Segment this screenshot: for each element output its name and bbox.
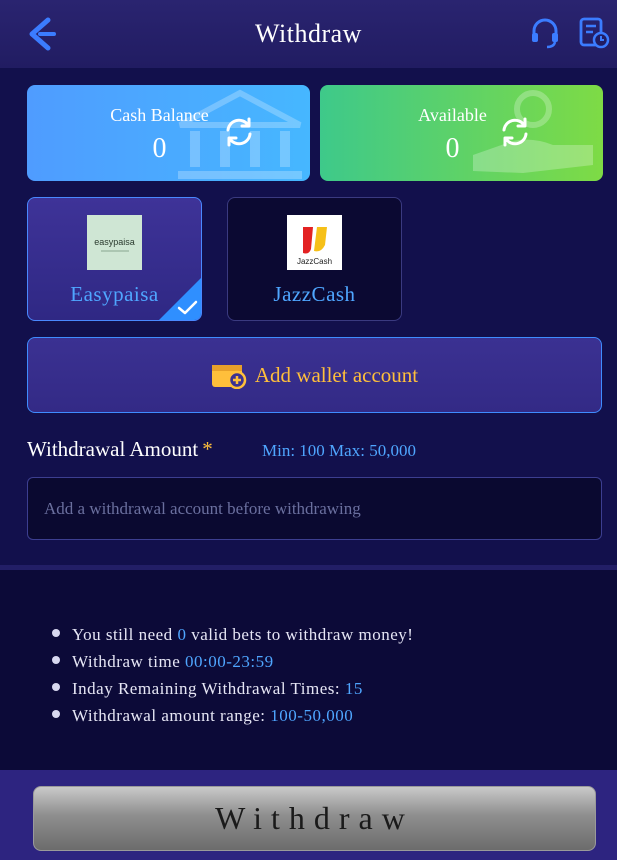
svg-text:easypaisa: easypaisa [94,237,135,247]
rule-item: Withdraw time 00:00-23:59 [52,652,413,679]
withdrawal-amount-input[interactable] [27,477,602,540]
rule-text: Withdraw time [72,652,186,671]
bullet-dot [52,656,60,664]
rules-list: You still need 0 valid bets to withdraw … [52,625,413,733]
rule-text: Withdrawal amount range: [72,706,271,725]
withdraw-page: Withdraw Cash Balance 0 Available 0 easy… [0,0,617,860]
rule-highlight: 100-50,000 [270,706,354,725]
record-list-icon[interactable] [578,16,610,50]
bullet-dot [52,710,60,718]
rule-highlight: 15 [344,679,363,698]
footer-bar: Withdraw [0,770,617,860]
rule-item: Withdrawal amount range: 100-50,000 [52,706,413,733]
rule-text: Inday Remaining Withdrawal Times: [72,679,345,698]
method-jazzcash[interactable]: JazzCash JazzCash [227,197,402,321]
withdrawal-amount-label: Withdrawal Amount * [27,437,213,462]
cash-balance-card: Cash Balance 0 [27,85,310,181]
refresh-icon[interactable] [222,115,256,149]
withdraw-rules: You still need 0 valid bets to withdraw … [0,570,617,770]
available-label: Available [418,105,487,125]
bullet-dot [52,629,60,637]
available-value: 0 [445,133,460,164]
header-bar: Withdraw [0,0,617,68]
checkmark-icon [159,278,201,320]
jazzcash-logo: JazzCash [287,215,342,270]
amount-range-hint: Min: 100 Max: 50,000 [262,441,416,460]
svg-text:JazzCash: JazzCash [297,257,332,266]
headset-icon[interactable] [528,16,562,50]
withdrawal-amount-text: Withdrawal Amount [27,437,199,461]
withdraw-button[interactable]: Withdraw [33,786,596,851]
rule-highlight: 00:00-23:59 [185,652,274,671]
add-wallet-label: Add wallet account [254,362,419,387]
back-arrow-icon[interactable] [22,14,62,54]
rule-item: Inday Remaining Withdrawal Times: 15 [52,679,413,706]
refresh-icon[interactable] [498,115,532,149]
required-mark: * [202,437,213,461]
rule-text: valid bets to withdraw money! [186,625,414,644]
rule-item: You still need 0 valid bets to withdraw … [52,625,413,652]
method-easypaisa[interactable]: easypaisa Easypaisa [27,197,202,321]
page-title: Withdraw [255,19,362,48]
method-name: JazzCash [273,282,356,306]
add-wallet-button[interactable]: Add wallet account [27,337,602,413]
available-balance-card: Available 0 [320,85,603,181]
withdraw-button-label: Withdraw [215,800,414,836]
easypaisa-logo: easypaisa [87,215,142,270]
bullet-dot [52,683,60,691]
rule-text: You still need [72,625,178,644]
wallet-add-icon [211,365,247,389]
